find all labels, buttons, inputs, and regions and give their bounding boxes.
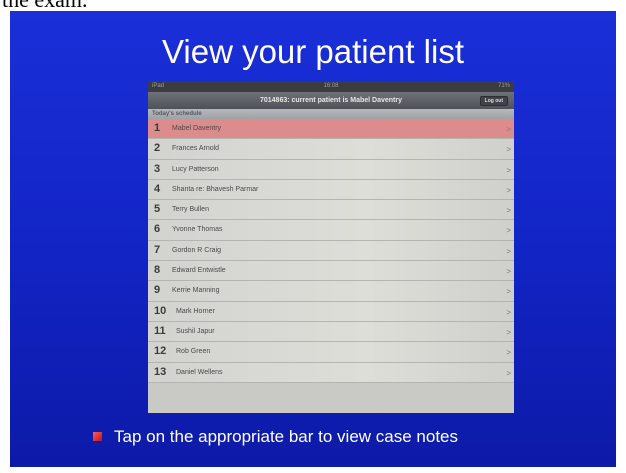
patient-row[interactable]: 5 Terry Bullen > — [148, 200, 514, 221]
chevron-right-icon: > — [506, 226, 511, 236]
patient-row[interactable]: 6 Yvonne Thomas > — [148, 220, 514, 241]
patient-number: 5 — [154, 203, 161, 216]
chevron-right-icon: > — [506, 125, 511, 134]
patient-number: 3 — [154, 162, 161, 175]
patient-name: Mabel Daventry — [172, 125, 222, 132]
patient-number: 12 — [154, 345, 167, 358]
patient-row[interactable]: 12 Rob Green > — [148, 342, 514, 363]
patient-name: Lucy Patterson — [172, 165, 219, 173]
patient-name: Frances Arnold — [172, 145, 220, 153]
chevron-right-icon: > — [506, 165, 511, 175]
patient-row[interactable]: 8 Edward Entwistle > — [148, 261, 514, 282]
chevron-right-icon: > — [506, 327, 511, 337]
patient-number: 7 — [154, 243, 161, 256]
chevron-right-icon: > — [506, 348, 511, 358]
patient-number: 2 — [154, 142, 161, 155]
patient-name: Edward Entwistle — [172, 267, 226, 275]
patient-row[interactable]: 10 Mark Horner > — [148, 301, 514, 322]
chevron-right-icon: > — [506, 307, 511, 317]
ipad-nav-bar: 7014863: current patient is Mabel Davent… — [148, 92, 514, 109]
chevron-right-icon: > — [506, 185, 511, 195]
patient-number: 11 — [154, 324, 166, 337]
patient-row[interactable]: 3 Lucy Patterson > — [148, 159, 514, 180]
patient-number: 10 — [154, 304, 167, 317]
previous-slide-text: the exam. — [2, 0, 88, 11]
previous-slide-text-strip: the exam. — [0, 0, 626, 11]
patient-row[interactable]: 9 Kerrie Manning > — [148, 281, 514, 302]
chevron-right-icon: > — [506, 287, 511, 297]
patient-name: Shanta re: Bhavesh Parmar — [172, 185, 259, 193]
chevron-right-icon: > — [506, 206, 511, 216]
patient-name: Rob Green — [176, 348, 211, 356]
battery-level: 71% — [497, 83, 510, 89]
patient-number: 8 — [154, 264, 161, 277]
presentation-slide: View your patient list iPad 16:08 71% 70… — [10, 11, 616, 467]
patient-name: Terry Bullen — [172, 206, 209, 214]
chevron-right-icon: > — [506, 246, 511, 256]
slide-title: View your patient list — [161, 33, 465, 70]
patient-row[interactable]: 4 Shanta re: Bhavesh Parmar > — [148, 179, 514, 201]
chevron-right-icon: > — [506, 368, 511, 378]
patient-number: 4 — [154, 182, 161, 195]
ipad-status-bar: iPad 16:08 71% — [148, 81, 514, 92]
patient-number: 9 — [154, 284, 161, 297]
patient-list: 1 Mabel Daventry >2 Frances Arnold >3 Lucy Pa… — [148, 119, 514, 383]
square-bullet-icon — [93, 432, 102, 441]
patient-name: Daniel Wellens — [176, 368, 223, 376]
logout-button[interactable]: Log out — [479, 96, 508, 106]
section-header-label: Today's schedule — [152, 111, 202, 117]
schedule-section-header: Today's schedule — [148, 109, 514, 119]
patient-number: 6 — [154, 223, 161, 236]
patient-row[interactable]: 13 Daniel Wellens > — [148, 362, 514, 383]
patient-number: 1 — [154, 122, 161, 134]
patient-name: Kerrie Manning — [172, 287, 220, 295]
patient-name: Yvonne Thomas — [172, 226, 223, 234]
patient-row[interactable]: 1 Mabel Daventry > — [148, 119, 514, 140]
patient-name: Mark Horner — [176, 307, 215, 315]
chevron-right-icon: > — [506, 267, 511, 277]
bullet-text: Tap on the appropriate bar to view case … — [114, 427, 458, 446]
nav-title: 7014863: current patient is Mabel Davent… — [259, 97, 402, 104]
patient-name: Sushil Japur — [176, 327, 215, 335]
ipad-screenshot: iPad 16:08 71% 7014863: current patient … — [148, 81, 514, 413]
patient-name: Gordon R Craig — [172, 246, 222, 254]
patient-row[interactable]: 7 Gordon R Craig > — [148, 240, 514, 262]
patient-row[interactable]: 11 Sushil Japur > — [148, 321, 514, 343]
status-time: 16:08 — [323, 83, 339, 89]
patient-row[interactable]: 2 Frances Arnold > — [148, 139, 514, 160]
chevron-right-icon: > — [506, 145, 511, 155]
patient-number: 13 — [154, 365, 167, 378]
